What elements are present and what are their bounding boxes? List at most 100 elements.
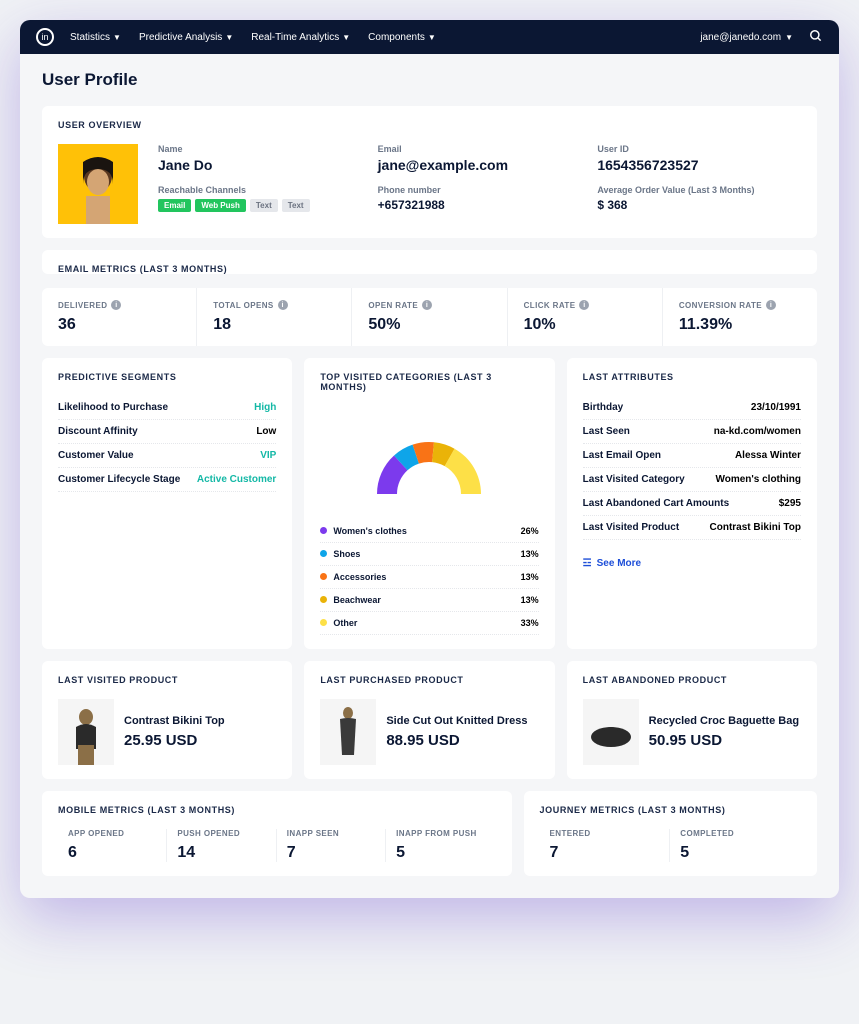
- segment-row: Customer Lifecycle StageActive Customer: [58, 468, 276, 492]
- category-row: Other33%: [320, 612, 538, 635]
- aov-value: $ 368: [597, 198, 801, 212]
- category-row: Beachwear13%: [320, 589, 538, 612]
- metric-value: 11.39%: [679, 316, 801, 334]
- last-abandoned-card: LAST ABANDONED PRODUCT Recycled Croc Bag…: [567, 661, 817, 779]
- topnav: in Statistics▼ Predictive Analysis▼ Real…: [20, 20, 839, 54]
- nav-statistics[interactable]: Statistics▼: [70, 32, 121, 43]
- info-icon[interactable]: i: [579, 300, 589, 310]
- category-row: Shoes13%: [320, 543, 538, 566]
- overview-title: USER OVERVIEW: [58, 120, 801, 130]
- uid-label: User ID: [597, 144, 801, 154]
- product-name: Contrast Bikini Top: [124, 715, 225, 727]
- user-menu[interactable]: jane@janedo.com▼: [700, 32, 793, 43]
- metric-value: 7: [287, 844, 375, 862]
- email-metrics-title: EMAIL METRICS (LAST 3 MONTHS): [58, 264, 801, 274]
- mobile-metrics-title: MOBILE METRICS (LAST 3 MONTHS): [58, 805, 496, 815]
- metric-cell: DELIVERED i 36: [42, 288, 197, 346]
- info-icon[interactable]: i: [111, 300, 121, 310]
- category-row: Accessories13%: [320, 566, 538, 589]
- last-visited-title: LAST VISITED PRODUCT: [58, 675, 276, 685]
- chevron-down-icon: ▼: [342, 33, 350, 42]
- metric-label: TOTAL OPENS i: [213, 300, 335, 310]
- attribute-row: Last Visited CategoryWomen's clothing: [583, 468, 801, 492]
- channel-chip: Text: [282, 199, 310, 212]
- aov-label: Average Order Value (Last 3 Months): [597, 185, 801, 195]
- nav-components[interactable]: Components▼: [368, 32, 436, 43]
- metric-value: 10%: [524, 316, 646, 334]
- metric-label: PUSH OPENED: [177, 829, 265, 838]
- last-purchased-title: LAST PURCHASED PRODUCT: [320, 675, 538, 685]
- see-more-button[interactable]: ☲See More: [583, 558, 801, 569]
- attribute-row: Last Seenna-kd.com/women: [583, 420, 801, 444]
- product-name: Side Cut Out Knitted Dress: [386, 715, 527, 727]
- metric-value: 6: [68, 844, 156, 862]
- info-icon[interactable]: i: [278, 300, 288, 310]
- metric-cell: TOTAL OPENS i 18: [197, 288, 352, 346]
- product-name: Recycled Croc Baguette Bag: [649, 715, 799, 727]
- product-price: 50.95 USD: [649, 732, 799, 749]
- product-image: [583, 699, 639, 765]
- category-row: Women's clothes26%: [320, 520, 538, 543]
- metric-value: 50%: [368, 316, 490, 334]
- metric-cell: INAPP SEEN7: [277, 829, 386, 862]
- metric-cell: INAPP FROM PUSH5: [386, 829, 495, 862]
- metric-value: 5: [396, 844, 485, 862]
- phone-value: +657321988: [378, 198, 582, 212]
- metric-cell: COMPLETED5: [670, 829, 801, 862]
- email-metrics-row: DELIVERED i 36 TOTAL OPENS i 18 OPEN RATE i 5…: [42, 288, 817, 346]
- metric-cell: OPEN RATE i 50%: [352, 288, 507, 346]
- search-icon[interactable]: [809, 29, 823, 46]
- nav-predictive[interactable]: Predictive Analysis▼: [139, 32, 233, 43]
- channel-chip: Text: [250, 199, 278, 212]
- metric-label: APP OPENED: [68, 829, 156, 838]
- metric-cell: ENTERED 7: [540, 829, 671, 862]
- nav-realtime[interactable]: Real-Time Analytics▼: [251, 32, 350, 43]
- journey-metrics-card: JOURNEY METRICS (LAST 3 MONTHS) ENTERED 7…: [524, 791, 817, 876]
- metric-cell: PUSH OPENED14: [167, 829, 276, 862]
- mobile-metrics-card: MOBILE METRICS (LAST 3 MONTHS) APP OPENE…: [42, 791, 512, 876]
- channel-chip: Email: [158, 199, 191, 212]
- metric-label: ENTERED: [550, 829, 660, 838]
- avatar: [58, 144, 138, 224]
- email-value: jane@example.com: [378, 157, 582, 173]
- attribute-row: Last Email OpenAlessa Winter: [583, 444, 801, 468]
- journey-metrics-title: JOURNEY METRICS (LAST 3 MONTHS): [540, 805, 801, 815]
- chevron-down-icon: ▼: [225, 33, 233, 42]
- uid-value: 1654356723527: [597, 157, 801, 173]
- segment-row: Customer ValueVIP: [58, 444, 276, 468]
- name-value: Jane Do: [158, 157, 362, 173]
- attribute-row: Birthday23/10/1991: [583, 396, 801, 420]
- segments-title: PREDICTIVE SEGMENTS: [58, 372, 276, 382]
- metric-value: 5: [680, 844, 791, 862]
- last-visited-card: LAST VISITED PRODUCT Contrast Bikini Top…: [42, 661, 292, 779]
- metric-value: 7: [550, 844, 660, 862]
- metric-label: DELIVERED i: [58, 300, 180, 310]
- phone-label: Phone number: [378, 185, 582, 195]
- page-title: User Profile: [20, 54, 839, 106]
- product-price: 25.95 USD: [124, 732, 225, 749]
- name-label: Name: [158, 144, 362, 154]
- metric-value: 36: [58, 316, 180, 334]
- info-icon[interactable]: i: [766, 300, 776, 310]
- attribute-row: Last Visited ProductContrast Bikini Top: [583, 516, 801, 540]
- attribute-row: Last Abandoned Cart Amounts$295: [583, 492, 801, 516]
- metric-label: CONVERSION RATE i: [679, 300, 801, 310]
- info-icon[interactable]: i: [422, 300, 432, 310]
- metric-label: OPEN RATE i: [368, 300, 490, 310]
- segment-row: Likelihood to PurchaseHigh: [58, 396, 276, 420]
- metric-cell: APP OPENED 6: [58, 829, 167, 862]
- channels-label: Reachable Channels: [158, 185, 362, 195]
- attributes-title: LAST ATTRIBUTES: [583, 372, 801, 382]
- metric-value: 18: [213, 316, 335, 334]
- reachable-channels: Email Web Push Text Text: [158, 199, 362, 212]
- chevron-down-icon: ▼: [785, 33, 793, 42]
- logo-icon: in: [36, 28, 54, 46]
- chevron-down-icon: ▼: [428, 33, 436, 42]
- email-metrics-card: EMAIL METRICS (LAST 3 MONTHS): [42, 250, 817, 274]
- metric-label: CLICK RATE i: [524, 300, 646, 310]
- categories-card: TOP VISITED CATEGORIES (LAST 3 MONTHS) W…: [304, 358, 554, 649]
- channel-chip: Web Push: [195, 199, 246, 212]
- donut-chart: [320, 406, 538, 510]
- last-purchased-card: LAST PURCHASED PRODUCT Side Cut Out Knit…: [304, 661, 554, 779]
- product-price: 88.95 USD: [386, 732, 527, 749]
